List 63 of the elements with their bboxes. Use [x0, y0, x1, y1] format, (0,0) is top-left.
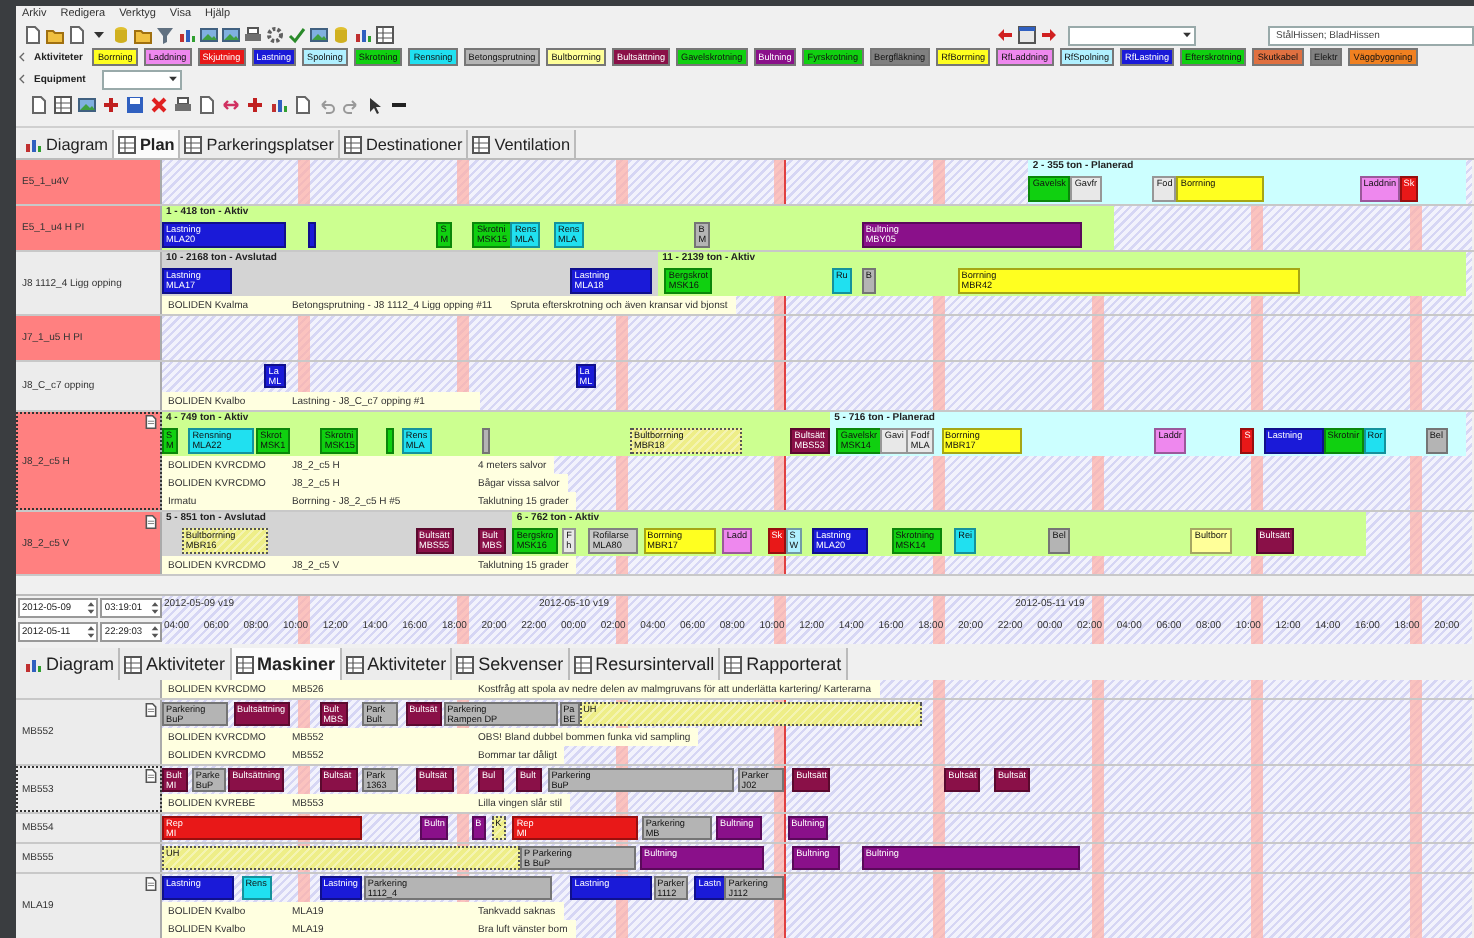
image-icon[interactable] — [78, 95, 96, 113]
note-icon[interactable] — [144, 702, 158, 718]
tab[interactable]: Resursintervall — [569, 648, 721, 680]
document-icon[interactable] — [68, 26, 86, 44]
printer-icon[interactable] — [174, 95, 192, 113]
tab[interactable]: Destinationer — [339, 130, 469, 158]
chart-icon[interactable] — [270, 95, 288, 113]
arrow-right-icon[interactable] — [1040, 26, 1058, 44]
document-icon[interactable] — [24, 26, 42, 44]
delete-icon[interactable] — [150, 95, 168, 113]
chart-icon[interactable] — [354, 26, 372, 44]
grid-icon — [573, 655, 592, 673]
grid-icon — [184, 135, 203, 153]
image-icon[interactable] — [310, 26, 328, 44]
document-icon[interactable] — [198, 95, 216, 113]
image-icon[interactable] — [222, 26, 240, 44]
grid-icon[interactable] — [54, 95, 72, 113]
tab[interactable]: Aktiviteter — [120, 648, 232, 680]
arrows-icon[interactable] — [222, 95, 240, 113]
activity-bar[interactable] — [307, 222, 316, 248]
chart-icon — [24, 655, 42, 673]
caret-icon — [165, 72, 180, 86]
grid-icon — [724, 655, 743, 673]
plus-icon[interactable] — [246, 95, 264, 113]
tab[interactable]: Parkeringsplatser — [180, 130, 340, 158]
gear-icon[interactable] — [266, 26, 284, 44]
plus-icon[interactable] — [102, 95, 120, 113]
grid-icon — [124, 655, 143, 673]
folder-icon[interactable] — [46, 26, 64, 44]
printer-icon[interactable] — [244, 26, 262, 44]
tab[interactable]: Rapporterat — [720, 648, 848, 680]
note-icon[interactable] — [144, 514, 158, 530]
grid-icon — [472, 135, 491, 153]
folder-icon[interactable] — [134, 26, 152, 44]
arrow-left-icon[interactable] — [996, 26, 1014, 44]
cursor-icon[interactable] — [366, 95, 384, 113]
chart-icon[interactable] — [178, 26, 196, 44]
tab[interactable]: Diagram — [20, 648, 121, 680]
check-icon[interactable] — [288, 26, 306, 44]
grid-icon[interactable] — [376, 26, 394, 44]
tab[interactable]: Sekvenser — [452, 648, 570, 680]
tab[interactable]: Maskiner — [231, 648, 342, 680]
caret-icon — [1180, 28, 1194, 42]
image-icon[interactable] — [200, 26, 218, 44]
grid-icon — [343, 135, 362, 153]
save-icon[interactable] — [126, 95, 144, 113]
note-icon[interactable] — [144, 414, 158, 430]
grid-icon — [235, 655, 254, 673]
time-marker-line — [783, 160, 786, 204]
document-icon[interactable] — [30, 95, 48, 113]
grid-icon — [117, 135, 136, 153]
note-icon[interactable] — [144, 768, 158, 784]
grid-icon — [456, 655, 475, 673]
grid-icon — [345, 655, 364, 673]
tab[interactable]: Aktiviteter — [341, 648, 453, 680]
chart-icon — [24, 135, 42, 153]
window-icon[interactable] — [1018, 26, 1036, 44]
tab[interactable]: Ventilation — [468, 130, 577, 158]
document-icon[interactable] — [294, 95, 312, 113]
note-icon[interactable] — [144, 876, 158, 892]
tab[interactable]: Diagram — [20, 130, 114, 158]
tab[interactable]: Plan — [113, 130, 181, 158]
funnel-icon[interactable] — [156, 26, 174, 44]
